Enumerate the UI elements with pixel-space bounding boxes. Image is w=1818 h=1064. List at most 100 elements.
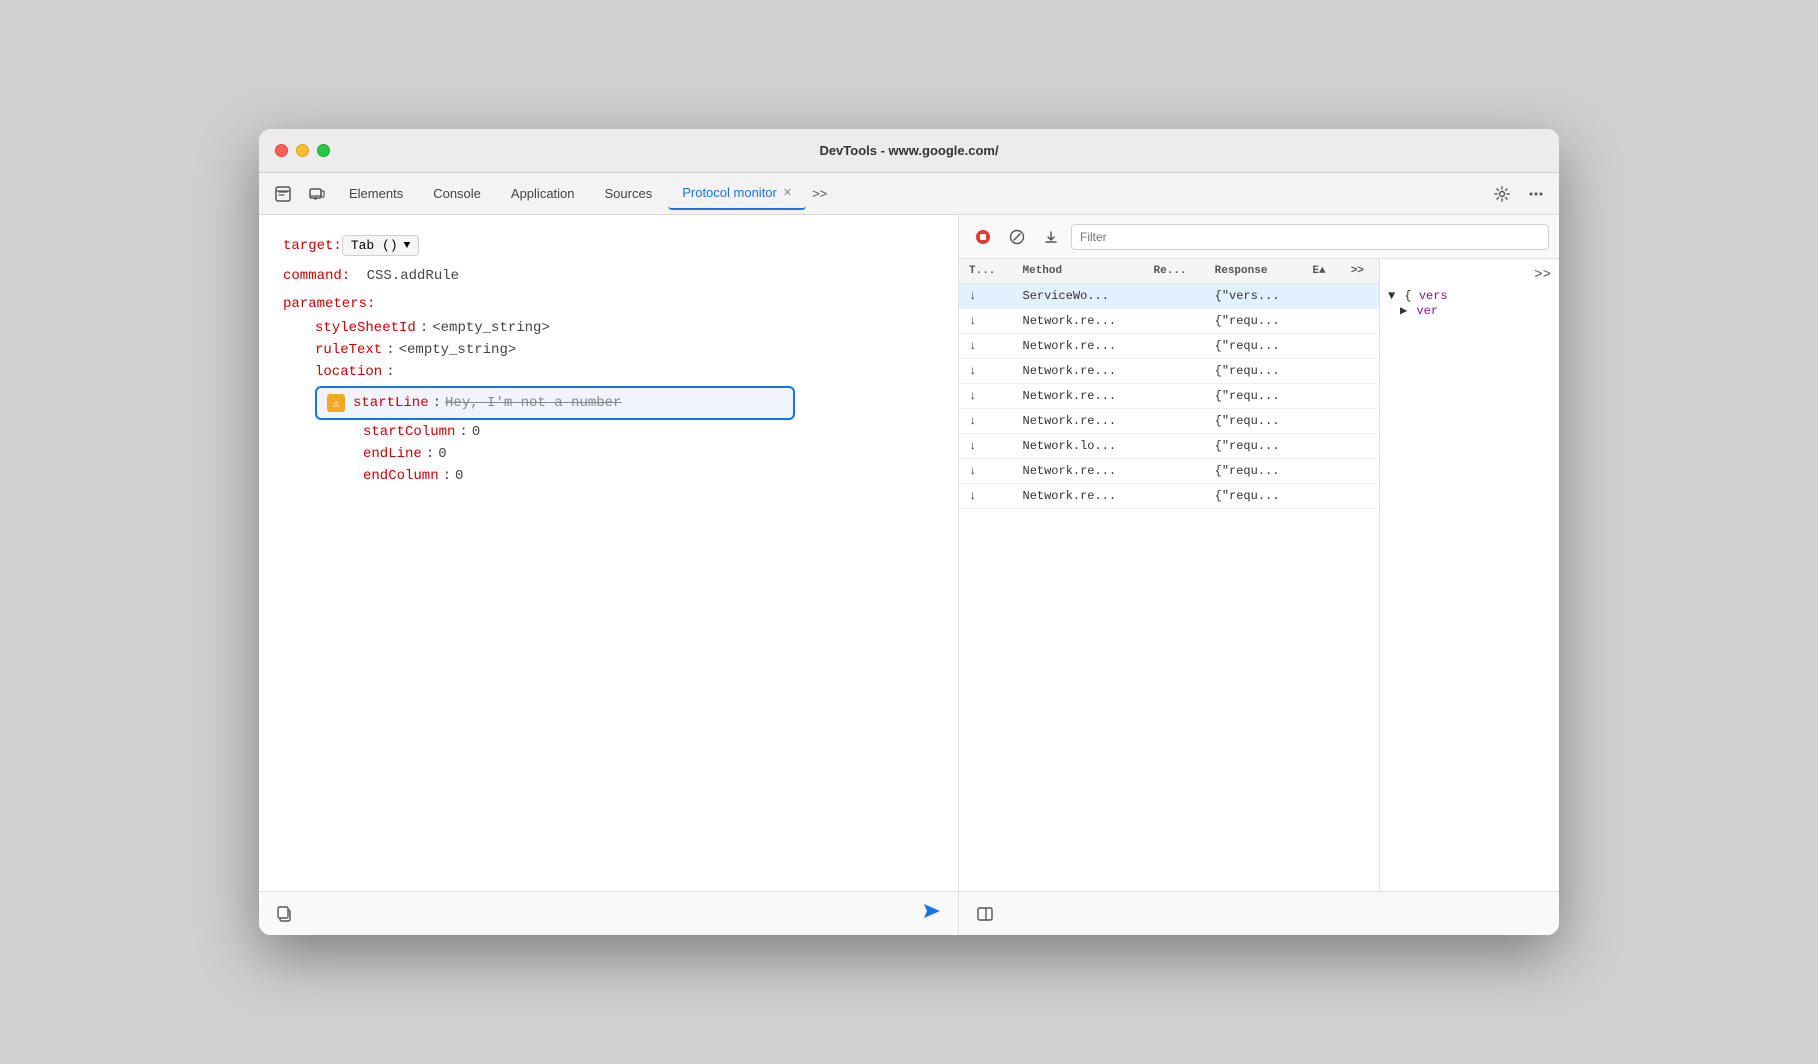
right-table-area: T... Method Re... Response E▲ >> ↓	[959, 259, 1559, 891]
row-extra	[1302, 409, 1340, 434]
row-response: {"requ...	[1205, 309, 1303, 334]
col-extra[interactable]: E▲	[1302, 259, 1340, 284]
target-key-label: target:	[283, 238, 342, 254]
parameters-key-label: parameters:	[283, 296, 375, 312]
row-request	[1144, 384, 1205, 409]
download-icon[interactable]	[1037, 223, 1065, 251]
row-type: ↓	[959, 284, 1013, 309]
device-icon[interactable]	[301, 178, 333, 210]
tab-elements[interactable]: Elements	[335, 178, 417, 210]
col-response[interactable]: Response	[1205, 259, 1303, 284]
tabs-bar: Elements Console Application Sources Pro…	[259, 173, 1559, 215]
row-type: ↓	[959, 459, 1013, 484]
row-more	[1341, 384, 1379, 409]
tab-application[interactable]: Application	[497, 178, 589, 210]
row-response: {"requ...	[1205, 484, 1303, 509]
row-method: Network.re...	[1013, 409, 1144, 434]
row-type: ↓	[959, 334, 1013, 359]
row-extra	[1302, 434, 1340, 459]
clear-icon[interactable]	[1003, 223, 1031, 251]
traffic-lights	[275, 144, 330, 157]
row-request	[1144, 459, 1205, 484]
tab-console[interactable]: Console	[419, 178, 495, 210]
chevron-down-icon: ▼	[404, 240, 411, 252]
row-extra	[1302, 484, 1340, 509]
row-response: {"requ...	[1205, 409, 1303, 434]
collapse-triangle-icon[interactable]: ▼	[1388, 289, 1395, 303]
detail-panel: >> ▼ { vers ▶ ver	[1379, 259, 1559, 891]
three-dots-icon[interactable]	[1521, 179, 1551, 209]
start-line-value: Hey, I'm not a number	[445, 395, 621, 411]
row-response: {"requ...	[1205, 359, 1303, 384]
row-extra	[1302, 459, 1340, 484]
detail-header: >>	[1388, 267, 1551, 283]
detail-tree-line1: ▼ { vers	[1388, 289, 1551, 303]
expand-triangle-icon[interactable]: ▶	[1400, 304, 1407, 318]
col-request[interactable]: Re...	[1144, 259, 1205, 284]
gear-icon[interactable]	[1487, 179, 1517, 209]
right-bottom-toolbar	[959, 891, 1559, 935]
parameters-row: parameters:	[283, 296, 934, 312]
row-more	[1341, 309, 1379, 334]
left-toolbar	[259, 891, 958, 935]
tab-sources[interactable]: Sources	[591, 178, 667, 210]
send-icon[interactable]	[920, 900, 942, 927]
detail-tree-line2: ▶ ver	[1400, 303, 1551, 318]
target-dropdown[interactable]: Tab () ▼	[342, 235, 419, 256]
col-method[interactable]: Method	[1013, 259, 1144, 284]
row-request	[1144, 284, 1205, 309]
side-panel-icon[interactable]	[971, 900, 999, 928]
col-type[interactable]: T...	[959, 259, 1013, 284]
table-row[interactable]: ↓ Network.re... {"requ...	[959, 384, 1379, 409]
table-row[interactable]: ↓ Network.lo... {"requ...	[959, 434, 1379, 459]
row-response: {"requ...	[1205, 384, 1303, 409]
table-row[interactable]: ↓ Network.re... {"requ...	[959, 484, 1379, 509]
expand-detail-icon[interactable]: >>	[1534, 267, 1551, 283]
col-more[interactable]: >>	[1341, 259, 1379, 284]
minimize-button[interactable]	[296, 144, 309, 157]
row-type: ↓	[959, 359, 1013, 384]
cursor-icon[interactable]	[267, 178, 299, 210]
row-extra	[1302, 284, 1340, 309]
field-start-line-highlighted[interactable]: ⚠ startLine : Hey, I'm not a number	[315, 386, 795, 420]
row-extra	[1302, 334, 1340, 359]
table-row[interactable]: ↓ Network.re... {"requ...	[959, 334, 1379, 359]
table-row[interactable]: ↓ Network.re... {"requ...	[959, 309, 1379, 334]
table-row[interactable]: ↓ Network.re... {"requ...	[959, 459, 1379, 484]
row-method: Network.re...	[1013, 359, 1144, 384]
table-row[interactable]: ↓ Network.re... {"requ...	[959, 409, 1379, 434]
command-key-label: command:	[283, 268, 350, 284]
row-request	[1144, 334, 1205, 359]
row-extra	[1302, 309, 1340, 334]
record-stop-icon[interactable]	[969, 223, 997, 251]
row-response: {"requ...	[1205, 334, 1303, 359]
more-tabs-icon[interactable]: >>	[812, 186, 827, 201]
field-end-line: endLine : 0	[363, 446, 934, 462]
row-method: Network.re...	[1013, 334, 1144, 359]
field-start-column: startColumn : 0	[363, 424, 934, 440]
tab-close-icon[interactable]: ✕	[783, 186, 792, 199]
table-row[interactable]: ↓ ServiceWo... {"vers...	[959, 284, 1379, 309]
close-button[interactable]	[275, 144, 288, 157]
row-method: Network.re...	[1013, 459, 1144, 484]
row-more	[1341, 334, 1379, 359]
row-request	[1144, 409, 1205, 434]
row-request	[1144, 359, 1205, 384]
detail-tree: ▼ { vers ▶ ver	[1388, 289, 1551, 318]
row-extra	[1302, 384, 1340, 409]
row-type: ↓	[959, 384, 1013, 409]
tab-protocol-monitor[interactable]: Protocol monitor ✕	[668, 178, 806, 210]
table-row[interactable]: ↓ Network.re... {"requ...	[959, 359, 1379, 384]
command-value: CSS.addRule	[367, 268, 459, 284]
copy-icon[interactable]	[275, 905, 293, 923]
row-method: Network.re...	[1013, 384, 1144, 409]
row-more	[1341, 484, 1379, 509]
protocol-table: T... Method Re... Response E▲ >> ↓	[959, 259, 1379, 891]
left-panel-content: target: Tab () ▼ command: CSS.addRule pa…	[259, 215, 958, 891]
right-panel: T... Method Re... Response E▲ >> ↓	[959, 215, 1559, 935]
field-location: location :	[315, 364, 934, 380]
maximize-button[interactable]	[317, 144, 330, 157]
filter-input[interactable]	[1071, 224, 1549, 250]
main-area: target: Tab () ▼ command: CSS.addRule pa…	[259, 215, 1559, 935]
field-end-column: endColumn : 0	[363, 468, 934, 484]
